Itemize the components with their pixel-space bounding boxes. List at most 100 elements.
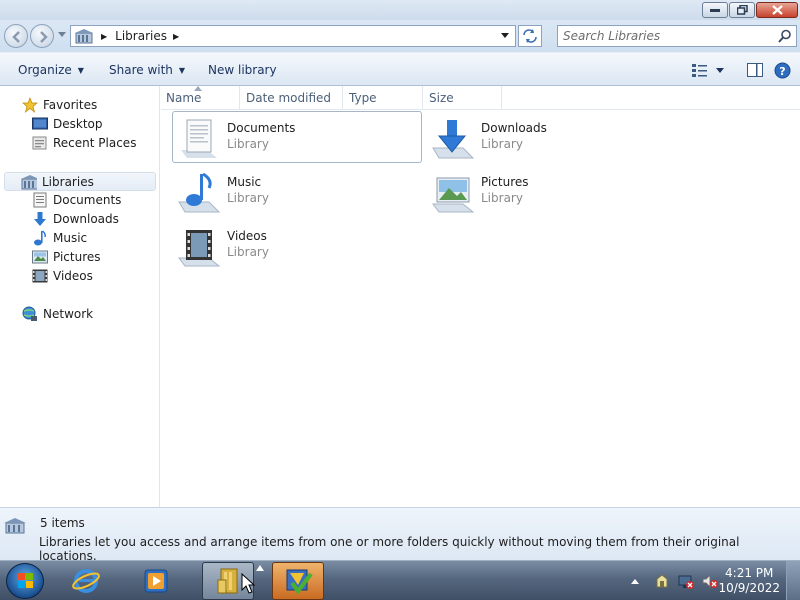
column-divider[interactable] xyxy=(239,86,240,110)
nav-documents[interactable]: Documents xyxy=(32,191,121,209)
nav-pictures[interactable]: Pictures xyxy=(32,248,101,266)
action-center-icon[interactable] xyxy=(654,573,670,589)
details-pane: 5 items Libraries let you access and arr… xyxy=(0,507,800,563)
music-library-icon xyxy=(178,172,221,213)
breadcrumb-expand-icon[interactable]: ▶ xyxy=(173,32,179,41)
column-size[interactable]: Size xyxy=(429,91,454,105)
command-bar: Organize ▼ Share with ▼ New library ? xyxy=(0,52,800,86)
windows-explorer-icon xyxy=(217,568,238,594)
share-dropdown-icon: ▼ xyxy=(178,66,186,75)
address-history-dropdown-icon[interactable] xyxy=(501,33,509,39)
change-view-button[interactable] xyxy=(692,62,728,78)
search-input[interactable] xyxy=(558,26,768,46)
music-note-icon xyxy=(34,230,46,246)
preview-pane-icon[interactable] xyxy=(747,62,763,78)
clock-time: 4:21 PM xyxy=(725,566,774,580)
internet-explorer-icon xyxy=(72,569,100,593)
volume-muted-icon[interactable] xyxy=(702,573,718,589)
column-headers: Name Date modified Type Size xyxy=(161,86,800,110)
desktop-icon xyxy=(32,117,48,130)
media-player-icon xyxy=(144,569,168,593)
show-desktop-button[interactable] xyxy=(786,561,800,600)
back-arrow-icon xyxy=(12,31,20,43)
column-divider[interactable] xyxy=(501,86,502,110)
library-item-downloads[interactable]: Downloads Library xyxy=(426,111,676,163)
star-icon xyxy=(22,97,38,113)
nav-music[interactable]: Music xyxy=(32,229,87,247)
taskbar-media-player[interactable] xyxy=(130,562,182,600)
nav-recent-places[interactable]: Recent Places xyxy=(32,134,136,152)
title-bar xyxy=(0,0,800,20)
item-type: Library xyxy=(227,191,269,205)
restore-button[interactable] xyxy=(729,2,755,18)
videos-library-icon xyxy=(178,230,221,267)
forward-button[interactable] xyxy=(30,24,54,48)
documents-library-icon xyxy=(181,119,217,158)
new-library-button[interactable]: New library xyxy=(208,63,277,77)
nav-pictures-label: Pictures xyxy=(53,250,101,264)
nav-videos[interactable]: Videos xyxy=(32,267,93,285)
search-icon[interactable] xyxy=(778,29,792,43)
nav-desktop-label: Desktop xyxy=(53,117,103,131)
item-name: Videos xyxy=(227,229,267,243)
column-name[interactable]: Name xyxy=(166,91,201,105)
system-tray xyxy=(630,561,718,600)
document-icon xyxy=(33,192,47,208)
network-status-icon[interactable] xyxy=(678,573,694,589)
window-controls xyxy=(702,2,798,18)
minimize-icon xyxy=(710,9,720,12)
nav-videos-label: Videos xyxy=(53,269,93,283)
address-row: ▶ Libraries ▶ xyxy=(0,20,800,52)
column-date-modified[interactable]: Date modified xyxy=(246,91,331,105)
search-box[interactable] xyxy=(557,25,797,47)
nav-libraries-label: Libraries xyxy=(42,174,94,189)
start-button[interactable] xyxy=(6,563,44,599)
show-hidden-icons-arrow[interactable] xyxy=(630,577,640,585)
column-divider[interactable] xyxy=(342,86,343,110)
close-button[interactable] xyxy=(756,2,798,18)
breadcrumb-separator-icon[interactable]: ▶ xyxy=(101,32,107,41)
breadcrumb-libraries[interactable]: Libraries xyxy=(115,29,167,43)
file-list: Name Date modified Type Size Documents L… xyxy=(161,86,800,507)
organize-menu[interactable]: Organize ▼ xyxy=(18,63,84,77)
nav-desktop[interactable]: Desktop xyxy=(32,115,103,133)
svg-text:?: ? xyxy=(779,65,785,78)
downloads-library-icon xyxy=(432,120,475,159)
nav-downloads[interactable]: Downloads xyxy=(32,210,119,228)
nav-libraries[interactable]: Libraries xyxy=(4,172,156,191)
item-type: Library xyxy=(227,245,269,259)
minimize-button[interactable] xyxy=(702,2,728,18)
taskbar-clock[interactable]: 4:21 PM 10/9/2022 xyxy=(718,566,780,596)
close-icon xyxy=(771,5,783,15)
libraries-description: Libraries let you access and arrange ite… xyxy=(39,535,740,563)
taskbar-task-app[interactable] xyxy=(272,562,324,600)
address-bar[interactable]: ▶ Libraries ▶ xyxy=(70,25,516,47)
library-item-pictures[interactable]: Pictures Library xyxy=(426,165,676,217)
library-item-videos[interactable]: Videos Library xyxy=(172,219,422,271)
share-with-label: Share with xyxy=(109,63,173,77)
item-type: Library xyxy=(481,137,523,151)
recent-pages-dropdown-icon[interactable] xyxy=(58,32,66,38)
refresh-button[interactable] xyxy=(518,25,542,47)
column-divider[interactable] xyxy=(422,86,423,110)
taskbar-internet-explorer[interactable] xyxy=(60,562,112,600)
library-item-documents[interactable]: Documents Library xyxy=(172,111,422,163)
item-name: Pictures xyxy=(481,175,529,189)
item-type: Library xyxy=(481,191,523,205)
libraries-icon xyxy=(4,518,26,534)
jump-list-arrow-icon[interactable] xyxy=(256,565,264,571)
clock-date: 10/9/2022 xyxy=(718,581,780,595)
network-globe-icon xyxy=(22,306,37,321)
libraries-icon xyxy=(21,174,37,189)
nav-network[interactable]: Network xyxy=(22,305,93,323)
nav-documents-label: Documents xyxy=(53,193,122,207)
column-type[interactable]: Type xyxy=(349,91,377,105)
share-with-menu[interactable]: Share with ▼ xyxy=(109,63,185,77)
nav-favorites[interactable]: Favorites xyxy=(22,96,97,114)
item-count: 5 items xyxy=(40,516,85,530)
library-item-music[interactable]: Music Library xyxy=(172,165,422,217)
back-button[interactable] xyxy=(4,24,28,48)
windows-logo-icon xyxy=(18,573,33,588)
help-icon[interactable]: ? xyxy=(774,62,791,79)
item-name: Documents xyxy=(227,121,296,135)
